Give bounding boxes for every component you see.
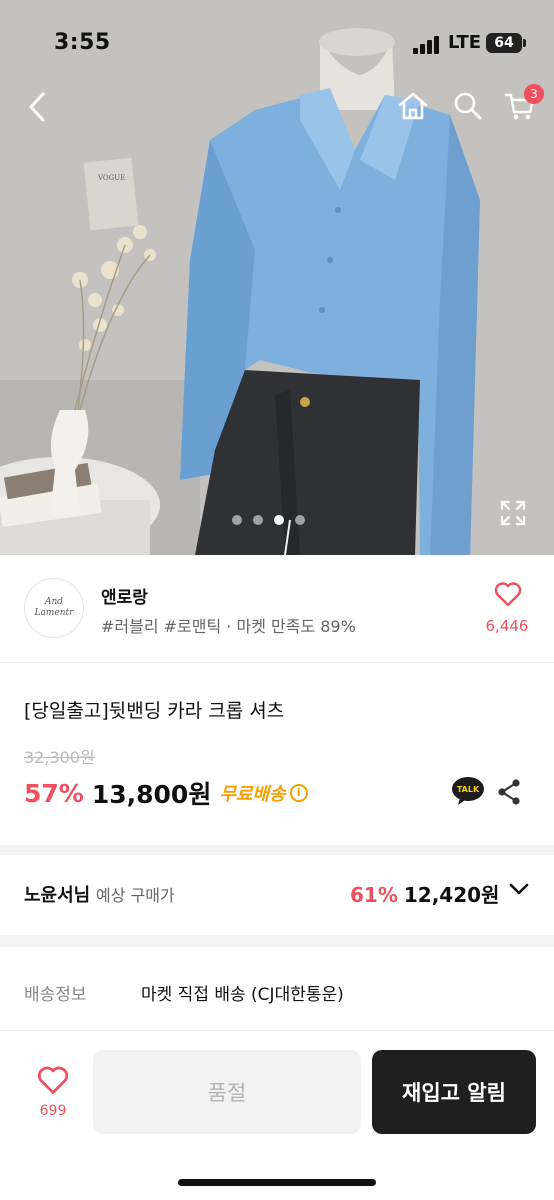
share-icon xyxy=(498,779,520,805)
sale-price: 13,800원 xyxy=(91,780,212,809)
network-type: LTE xyxy=(448,32,482,53)
product-like-button[interactable] xyxy=(20,1065,86,1099)
member-price-expand[interactable] xyxy=(508,878,530,900)
share-button[interactable] xyxy=(496,778,522,806)
status-time: 3:55 xyxy=(54,30,111,55)
bottom-action-bar: 699 품절 재입고 알림 xyxy=(0,1030,554,1200)
shop-logo-text: And Lamentr xyxy=(34,597,74,618)
search-button[interactable] xyxy=(450,88,486,124)
cart-count-badge: 3 xyxy=(524,84,544,104)
home-icon xyxy=(398,92,428,120)
restock-alert-button[interactable]: 재입고 알림 xyxy=(372,1050,536,1134)
expand-icon xyxy=(500,500,526,526)
section-divider xyxy=(0,935,554,947)
search-icon xyxy=(454,92,482,120)
member-label-suffix: 예상 구매가 xyxy=(95,886,175,905)
section-divider xyxy=(0,845,554,855)
back-button[interactable] xyxy=(20,90,54,124)
member-price-row[interactable]: 노윤서님 예상 구매가 61% 12,420원 xyxy=(0,855,554,931)
shop-like-count: 6,446 xyxy=(485,617,529,635)
delivery-value: 마켓 직접 배송 (CJ대한통운) xyxy=(141,985,344,1005)
delivery-label: 배송정보 xyxy=(24,985,87,1005)
carousel-dot[interactable] xyxy=(295,515,305,525)
svg-text:VOGUE: VOGUE xyxy=(97,174,125,182)
carousel-indicator xyxy=(232,515,305,525)
fullscreen-button[interactable] xyxy=(498,498,528,528)
price-row: 57% 13,800원 무료배송 i xyxy=(24,776,308,810)
member-price: 61% 12,420원 xyxy=(350,879,499,908)
kakao-talk-icon: TALK xyxy=(452,777,484,805)
chevron-left-icon xyxy=(29,92,45,122)
home-indicator xyxy=(178,1179,376,1186)
free-shipping-label: 무료배송 xyxy=(219,784,286,805)
member-name: 노윤서님 xyxy=(24,885,91,906)
carousel-dot[interactable] xyxy=(232,515,242,525)
shop-name[interactable]: 앤로랑 xyxy=(101,583,148,608)
status-bar: 3:55 LTE 64 xyxy=(0,0,554,88)
battery-icon: 64 xyxy=(486,33,526,53)
shop-logo[interactable]: And Lamentr xyxy=(24,578,84,638)
heart-icon xyxy=(494,582,522,607)
product-title: [당일출고]뒷밴딩 카라 크롭 셔츠 xyxy=(24,700,285,722)
signal-icon xyxy=(413,36,443,54)
heart-icon xyxy=(37,1066,69,1094)
product-image[interactable]: VOGUE 3:55 LTE 64 3 xyxy=(0,0,554,555)
shop-info-row[interactable]: And Lamentr 앤로랑 #러블리 #로맨틱 · 마켓 만족도 89% 6… xyxy=(0,555,554,663)
member-discount: 61% xyxy=(350,883,398,907)
kakao-talk-button[interactable]: TALK xyxy=(451,776,485,806)
member-price-label: 노윤서님 예상 구매가 xyxy=(24,881,175,907)
shop-like-button[interactable] xyxy=(480,581,536,611)
talk-label: TALK xyxy=(457,785,480,794)
info-icon[interactable]: i xyxy=(289,784,308,802)
soldout-button: 품절 xyxy=(93,1050,361,1134)
shop-tags: #러블리 #로맨틱 · 마켓 만족도 89% xyxy=(101,617,356,636)
discount-rate: 57% xyxy=(24,778,84,808)
chevron-down-icon xyxy=(509,883,529,895)
member-price-value: 12,420원 xyxy=(403,883,500,907)
product-like-count: 699 xyxy=(39,1103,67,1119)
carousel-dot[interactable] xyxy=(253,515,263,525)
original-price: 32,300원 xyxy=(24,748,95,767)
home-button[interactable] xyxy=(395,88,431,124)
carousel-dot-active[interactable] xyxy=(274,515,284,525)
